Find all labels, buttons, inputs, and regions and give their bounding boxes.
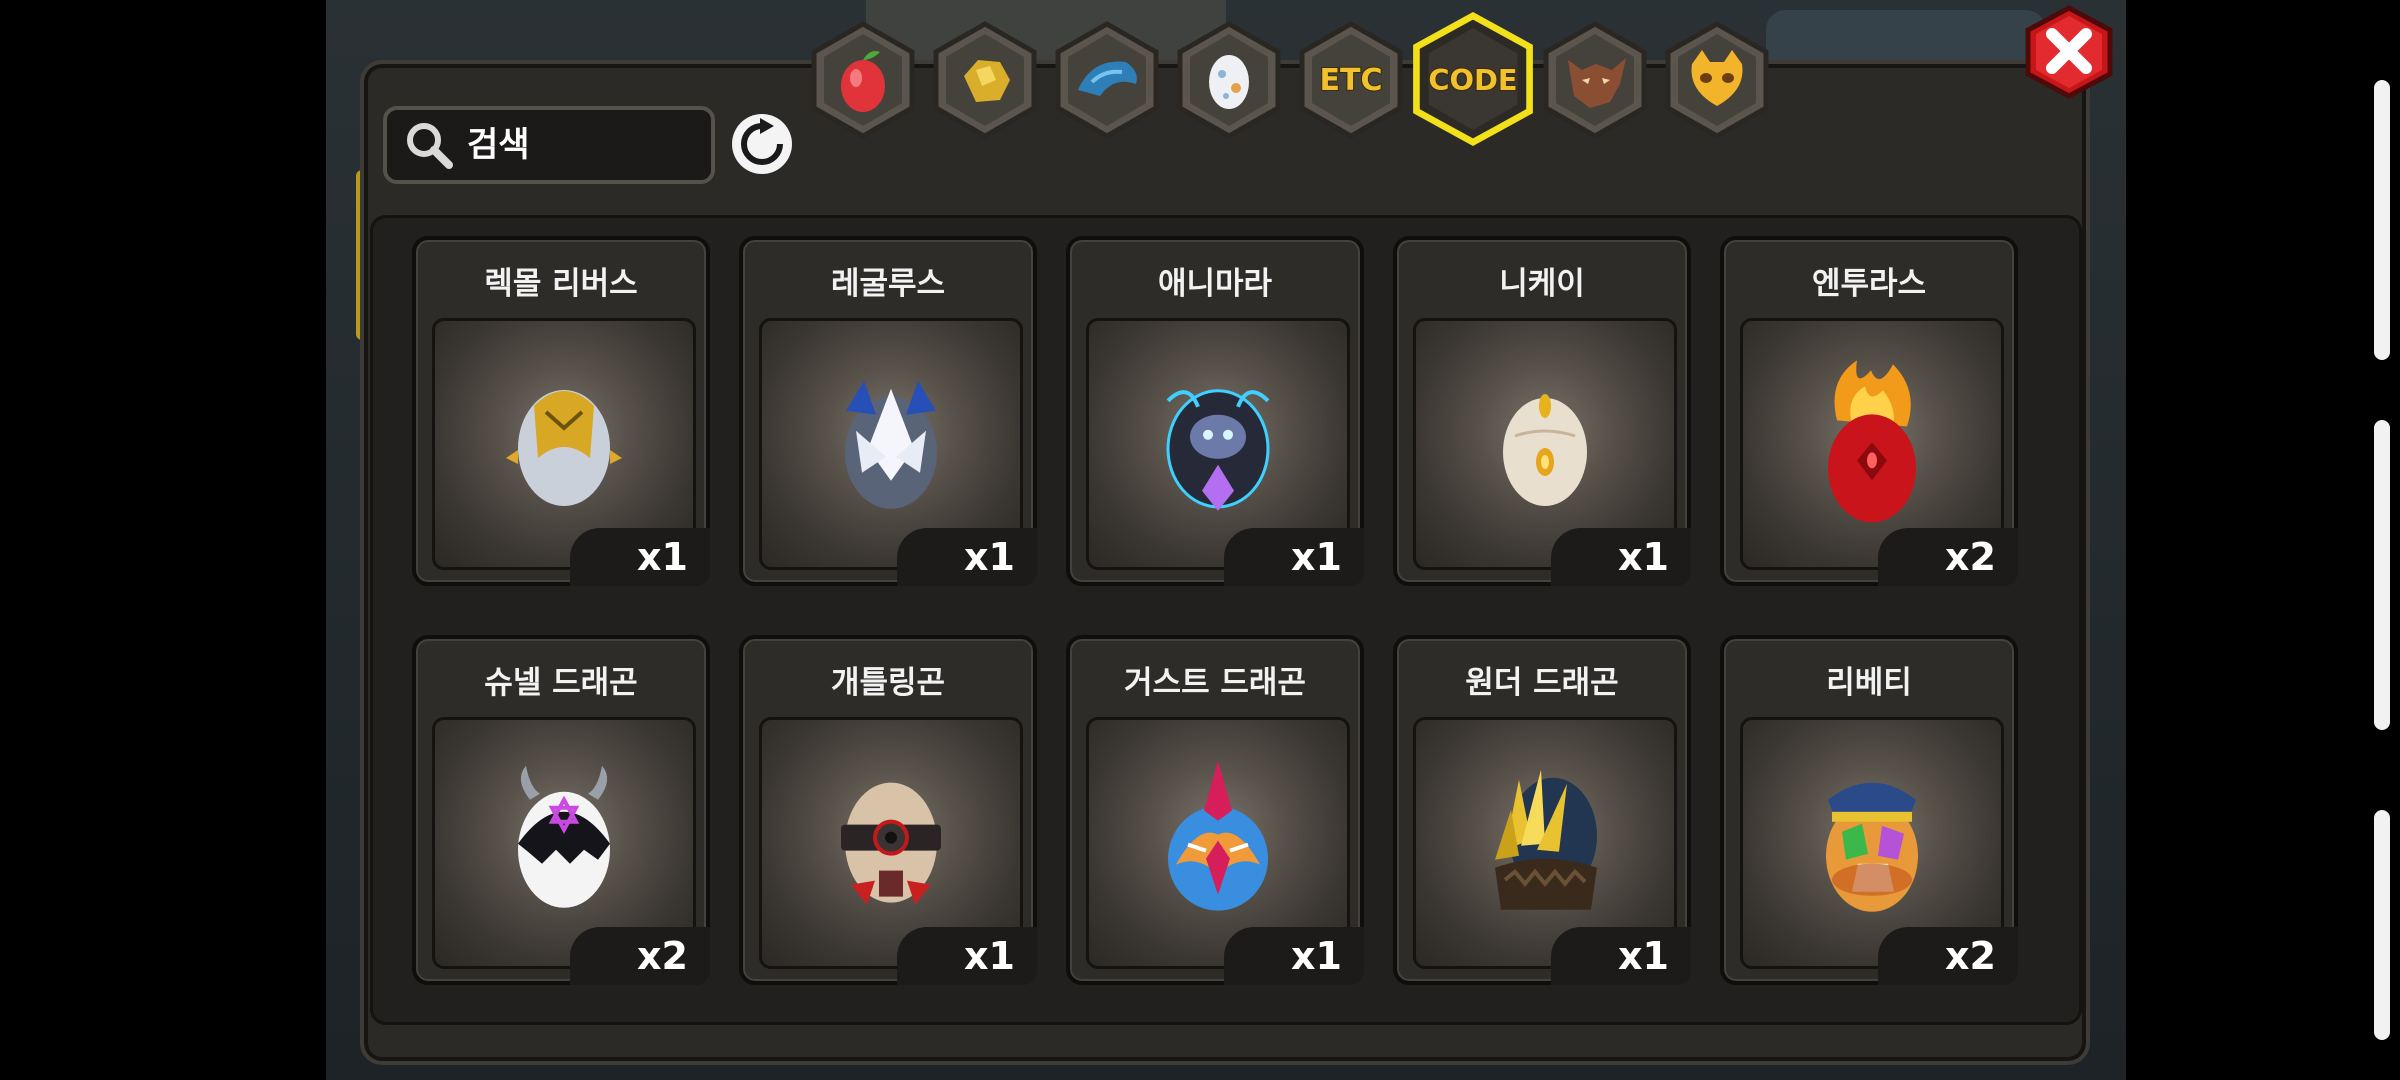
golden-spike-egg-icon [1495, 769, 1597, 910]
item-name: 슈넬 드래곤 [484, 665, 638, 701]
tab-mask[interactable] [1662, 20, 1772, 140]
item-name: 레굴루스 [830, 266, 946, 302]
tab-etc[interactable]: ETC [1296, 20, 1406, 140]
spotted-egg-icon [1209, 55, 1249, 109]
item-card[interactable]: 애니마라 x1 [1066, 236, 1364, 586]
tab-code[interactable]: CODE [1412, 11, 1534, 147]
tab-code-label: CODE [1428, 63, 1517, 97]
tab-etc-label: ETC [1320, 63, 1383, 98]
item-card[interactable]: 슈넬 드래곤 x2 [412, 635, 710, 985]
tab-dragon-food[interactable] [1052, 20, 1162, 140]
search-icon [407, 123, 453, 169]
item-count: x1 [570, 528, 710, 586]
item-card[interactable]: 원더 드래곤 x1 [1393, 635, 1691, 985]
gatling-egg-icon [841, 782, 941, 905]
item-count: x1 [1224, 528, 1364, 586]
item-count: x1 [897, 927, 1037, 985]
tab-egg[interactable] [1174, 20, 1284, 140]
scrollbar[interactable] [2374, 70, 2392, 1070]
item-name: 리베티 [1826, 665, 1912, 701]
item-count: x2 [1878, 927, 2018, 985]
item-card[interactable]: 니케이 x1 [1393, 236, 1691, 586]
tab-fruit[interactable] [808, 20, 918, 140]
item-count: x1 [1551, 927, 1691, 985]
item-count: x2 [570, 927, 710, 985]
tab-wolf[interactable] [1540, 20, 1650, 140]
close-button[interactable] [2024, 4, 2114, 100]
search-input[interactable] [465, 124, 689, 166]
item-count: x2 [1878, 528, 2018, 586]
item-card[interactable]: 엔투라스 x2 [1720, 236, 2018, 586]
item-name: 니케이 [1499, 266, 1585, 302]
blue-crested-egg-icon [1168, 760, 1268, 911]
star-horn-egg-icon [518, 765, 610, 908]
item-card[interactable]: 개틀링곤 x1 [739, 635, 1037, 985]
item-count: x1 [1551, 528, 1691, 586]
item-card[interactable]: 리베티 x2 [1720, 635, 2018, 985]
item-name: 렉몰 리버스 [484, 266, 638, 302]
item-name: 원더 드래곤 [1465, 665, 1619, 701]
item-card[interactable]: 거스트 드래곤 x1 [1066, 635, 1364, 985]
dark-crystal-egg-icon [1166, 389, 1270, 511]
refresh-icon[interactable] [730, 112, 794, 176]
cream-gem-egg-icon [1503, 394, 1587, 506]
item-count: x1 [897, 528, 1037, 586]
tab-gold-nugget[interactable] [930, 20, 1040, 140]
item-card[interactable]: 레굴루스 x1 [739, 236, 1037, 586]
item-card[interactable]: 렉몰 리버스 x1 [412, 236, 710, 586]
blue-spiked-egg-icon [845, 380, 937, 509]
red-flame-egg-icon [1828, 360, 1916, 523]
item-name: 엔투라스 [1811, 266, 1927, 302]
item-name: 애니마라 [1157, 266, 1273, 302]
search-box[interactable] [383, 106, 715, 184]
captain-hat-egg-icon [1826, 782, 1918, 912]
item-count: x1 [1224, 927, 1364, 985]
silver-gold-egg-icon [506, 390, 622, 506]
item-name: 거스트 드래곤 [1124, 665, 1306, 701]
item-name: 개틀링곤 [830, 665, 946, 701]
